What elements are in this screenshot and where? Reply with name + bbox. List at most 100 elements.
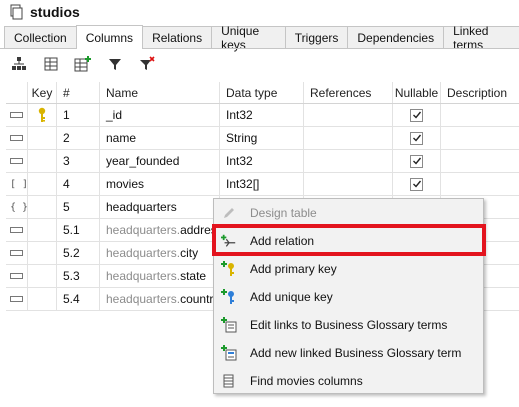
tab-linked-terms[interactable]: Linked terms <box>443 24 519 52</box>
field-icon <box>10 112 23 118</box>
tab-columns[interactable]: Columns <box>75 25 144 49</box>
table-row[interactable]: 2 name String <box>6 127 519 150</box>
nullable-checkbox[interactable] <box>410 154 423 168</box>
name-cell[interactable]: headquarters. country <box>100 288 220 310</box>
table-row[interactable]: [ ] 4 movies Int32[] <box>6 173 519 196</box>
menu-label: Add unique key <box>250 290 333 304</box>
key-cell <box>28 288 57 310</box>
column-name: city <box>180 246 199 260</box>
menu-item-add-relation[interactable]: Add relation <box>214 227 483 255</box>
hierarchy-button[interactable] <box>6 53 32 75</box>
header-key[interactable]: Key <box>28 82 57 103</box>
checkmark-icon <box>412 157 421 165</box>
references-cell[interactable] <box>304 173 393 195</box>
tab-relations[interactable]: Relations <box>142 26 213 49</box>
nullable-cell <box>393 104 441 126</box>
data-type-cell[interactable]: Int32[] <box>220 173 304 195</box>
row-type-cell <box>6 127 28 149</box>
key-cell <box>28 219 57 241</box>
header-nullable[interactable]: Nullable <box>393 82 441 103</box>
column-name: name <box>106 131 137 145</box>
header-name[interactable]: Name <box>100 82 220 103</box>
key-cell <box>28 150 57 172</box>
key-cell <box>28 242 57 264</box>
menu-item-add-glossary-term[interactable]: Add new linked Business Glossary term <box>214 339 483 367</box>
field-icon <box>10 227 23 233</box>
number-cell: 1 <box>57 104 100 126</box>
add-glossary-term-icon <box>221 345 237 361</box>
checkmark-icon <box>412 180 421 188</box>
clear-filter-button[interactable] <box>134 53 160 75</box>
field-icon <box>10 250 23 256</box>
header-description[interactable]: Description <box>441 82 519 103</box>
field-icon <box>10 273 23 279</box>
filter-button[interactable] <box>102 53 128 75</box>
tab-collection[interactable]: Collection <box>4 26 77 49</box>
description-cell[interactable] <box>441 173 519 195</box>
tab-dependencies[interactable]: Dependencies <box>347 26 445 49</box>
menu-label: Add new linked Business Glossary term <box>250 346 462 360</box>
menu-item-find-columns[interactable]: Find movies columns <box>214 367 483 395</box>
checkmark-icon <box>412 134 421 142</box>
table-row[interactable]: 1 _id Int32 <box>6 104 519 127</box>
key-cell <box>28 196 57 218</box>
menu-label: Find movies columns <box>250 374 363 388</box>
table-view-button[interactable] <box>38 53 64 75</box>
find-columns-icon <box>221 373 237 389</box>
row-type-cell <box>6 265 28 287</box>
filter-icon <box>109 59 121 70</box>
header-references[interactable]: References <box>304 82 393 103</box>
column-name: year_founded <box>106 154 180 168</box>
menu-label: Edit links to Business Glossary terms <box>250 318 448 332</box>
table-icon <box>44 57 58 71</box>
references-cell[interactable] <box>304 104 393 126</box>
header-number[interactable]: # <box>57 82 100 103</box>
description-cell[interactable] <box>441 127 519 149</box>
menu-item-add-primary-key[interactable]: Add primary key <box>214 255 483 283</box>
menu-label: Add primary key <box>250 262 337 276</box>
name-cell[interactable]: headquarters. address <box>100 219 220 241</box>
menu-item-add-unique-key[interactable]: Add unique key <box>214 283 483 311</box>
number-cell: 5.4 <box>57 288 100 310</box>
name-cell[interactable]: headquarters <box>100 196 220 218</box>
description-cell[interactable] <box>441 104 519 126</box>
nullable-checkbox[interactable] <box>410 177 423 191</box>
hierarchy-icon <box>12 57 26 70</box>
column-name: headquarters <box>106 200 177 214</box>
column-name: _id <box>106 108 123 122</box>
references-cell[interactable] <box>304 150 393 172</box>
name-cell[interactable]: name <box>100 127 220 149</box>
header-row-icon <box>6 82 28 103</box>
number-cell: 4 <box>57 173 100 195</box>
clear-filter-icon <box>140 56 155 70</box>
add-unique-key-icon <box>221 289 237 305</box>
name-prefix: headquarters. <box>106 292 181 306</box>
name-cell[interactable]: _id <box>100 104 220 126</box>
number-cell: 3 <box>57 150 100 172</box>
data-type-cell[interactable]: Int32 <box>220 104 304 126</box>
row-type-cell <box>6 219 28 241</box>
data-type-cell[interactable]: String <box>220 127 304 149</box>
description-cell[interactable] <box>441 150 519 172</box>
field-icon <box>10 296 23 302</box>
name-cell[interactable]: headquarters. city <box>100 242 220 264</box>
menu-item-edit-glossary-links[interactable]: Edit links to Business Glossary terms <box>214 311 483 339</box>
header-data-type[interactable]: Data type <box>220 82 304 103</box>
tab-triggers[interactable]: Triggers <box>284 26 349 49</box>
context-menu: Design table Add relation Add primary ke… <box>213 198 484 394</box>
add-primary-key-icon <box>221 261 237 277</box>
add-column-button[interactable] <box>70 53 96 75</box>
nullable-checkbox[interactable] <box>410 108 423 122</box>
data-type-cell[interactable]: Int32 <box>220 150 304 172</box>
nullable-checkbox[interactable] <box>410 131 423 145</box>
name-cell[interactable]: movies <box>100 173 220 195</box>
checkmark-icon <box>412 111 421 119</box>
table-row[interactable]: 3 year_founded Int32 <box>6 150 519 173</box>
name-cell[interactable]: year_founded <box>100 150 220 172</box>
references-cell[interactable] <box>304 127 393 149</box>
name-cell[interactable]: headquarters. state <box>100 265 220 287</box>
menu-item-design-table[interactable]: Design table <box>214 199 483 227</box>
tab-unique-keys[interactable]: Unique keys <box>211 24 286 52</box>
edit-glossary-links-icon <box>221 317 237 333</box>
number-cell: 2 <box>57 127 100 149</box>
